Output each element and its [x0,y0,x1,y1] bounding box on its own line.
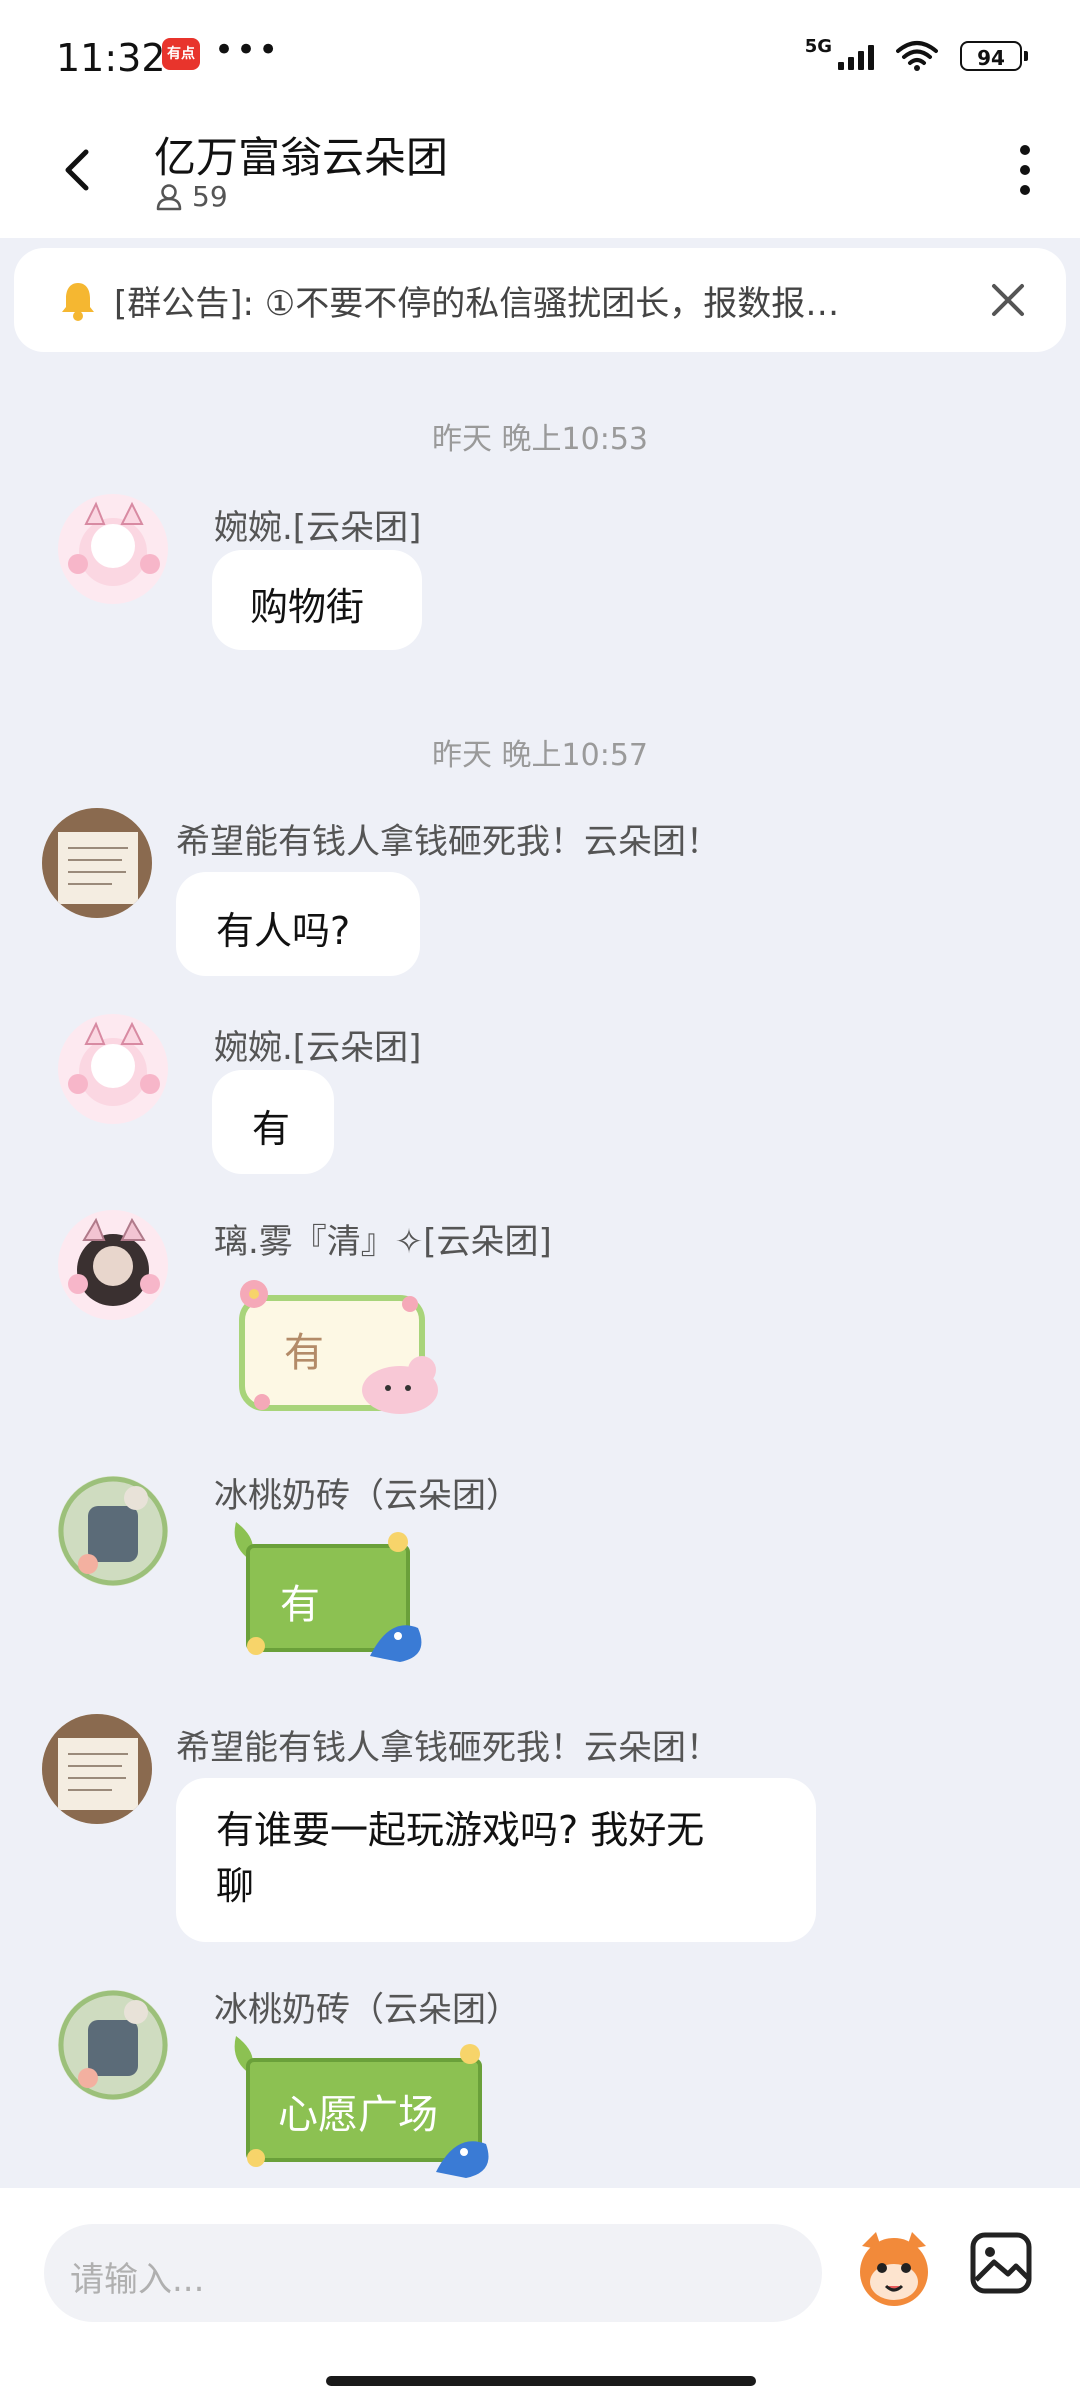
message-bubble[interactable]: 有 [212,1070,334,1174]
sticker-message[interactable]: 有 [232,1270,452,1420]
sticker-message[interactable]: 有 [230,1516,440,1666]
back-arrow-icon[interactable] [52,140,112,200]
message-text-line: 有谁要一起玩游戏吗? 我好无 [216,1808,705,1852]
notice-text: [群公告]: ①不要不停的私信骚扰团长，报数报… [114,284,840,324]
sticker-text: 心愿广场 [278,2092,438,2138]
chat-header: 亿万富翁云朵团 59 [0,110,1080,238]
message-input[interactable]: 请输入... [44,2224,822,2322]
avatar-note-image [42,808,152,918]
sender-name: 希望能有钱人拿钱砸死我！云朵团！ [176,822,720,862]
input-placeholder: 请输入... [70,2260,205,2300]
sender-name: 冰桃奶砖（云朵团） [214,1990,520,2030]
wifi-icon [896,41,938,71]
avatar-cat-girl-image [68,1021,160,1106]
bell-icon [62,283,94,321]
person-icon [156,183,182,210]
message-text: 有人吗? [216,909,351,953]
group-title: 亿万富翁云朵团 [154,133,449,182]
more-notifications-icon: ••• [214,30,281,70]
sender-name: 婉婉.[云朵团] [214,508,422,548]
message-text: 有 [252,1107,291,1151]
message-text: 购物街 [250,585,365,629]
member-count[interactable]: 59 [156,180,228,213]
status-time: 11:32 [56,36,166,80]
avatar-note-image [42,1714,152,1824]
sticker-message[interactable]: 心愿广场 [230,2030,520,2180]
sticker-text: 有 [284,1330,324,1376]
avatar[interactable] [58,494,168,604]
message-bubble[interactable]: 有人吗? [176,872,420,976]
avatar[interactable] [58,1210,168,1320]
sender-name: 冰桃奶砖（云朵团） [214,1476,520,1516]
close-icon[interactable] [986,278,1030,322]
avatar-illustration-image [58,1990,168,2100]
avatar-cat-girl-image [68,501,160,586]
avatar[interactable] [58,1014,168,1124]
signal-icon [838,42,874,70]
network-type: 5G [804,35,832,57]
battery-indicator: 94 [960,41,1028,71]
status-indicators: 5G 94 [804,35,1028,74]
message-input-bar: 请输入... [0,2188,1080,2400]
timestamp: 昨天 晚上10:57 [432,738,648,773]
timestamp: 昨天 晚上10:53 [432,422,648,457]
member-count-value: 59 [192,180,228,213]
avatar-illustration-image [58,1476,168,1586]
avatar[interactable] [42,808,152,918]
sticker-frame-image [239,1280,438,1414]
more-vertical-icon[interactable] [1010,140,1040,200]
message-bubble[interactable]: 购物街 [212,550,422,650]
emoji-mascot-icon[interactable] [852,2226,936,2310]
status-bar: 11:32 有点 ••• 5G 94 [0,0,1080,110]
sticker-frame-image [234,1522,422,1662]
avatar-photo-image [68,1217,160,1306]
image-icon[interactable] [968,2230,1034,2296]
sender-name: 婉婉.[云朵团] [214,1028,422,1068]
message-bubble[interactable]: 有谁要一起玩游戏吗? 我好无 聊 [176,1778,816,1942]
app-notification-icon: 有点 [162,38,200,70]
message-text-line: 聊 [216,1864,255,1908]
home-indicator[interactable] [326,2376,756,2386]
group-notice-banner[interactable]: [群公告]: ①不要不停的私信骚扰团长，报数报… [14,248,1066,352]
avatar[interactable] [58,1476,168,1586]
sender-name: 希望能有钱人拿钱砸死我！云朵团！ [176,1728,720,1768]
sticker-text: 有 [280,1582,320,1628]
sender-name: 璃.雾『清』✧[云朵团] [214,1222,552,1262]
avatar[interactable] [42,1714,152,1824]
avatar[interactable] [58,1990,168,2100]
